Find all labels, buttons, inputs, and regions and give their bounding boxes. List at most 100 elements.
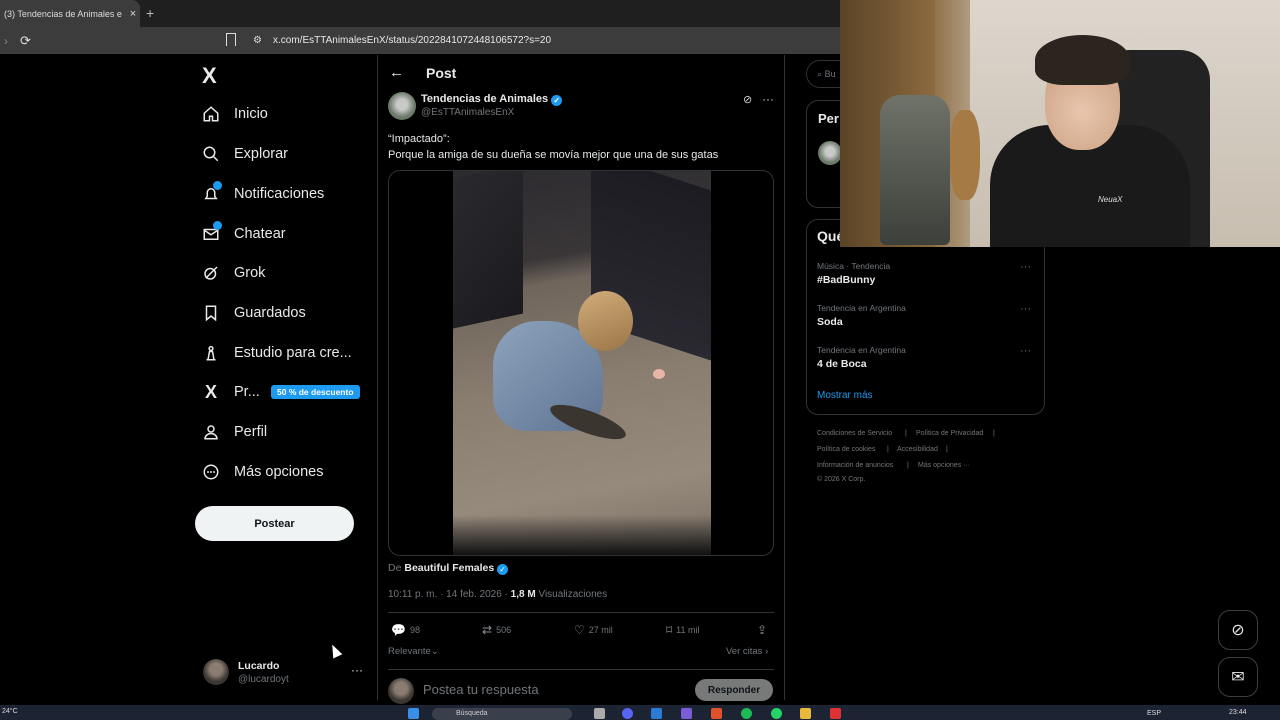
more-icon[interactable]: ··· (351, 663, 363, 677)
sidebar-item-label: Estudio para cre... (234, 345, 352, 361)
new-tab-button[interactable]: + (146, 5, 154, 21)
reply-submit-button[interactable]: Responder (695, 679, 773, 701)
sidebar-item-notificaciones[interactable]: Notificaciones (200, 179, 324, 209)
search-icon: ⌕ (817, 69, 823, 79)
sidebar-item-grok[interactable]: Grok (200, 258, 265, 288)
author-avatar[interactable] (388, 92, 416, 120)
sidebar-item-chatear[interactable]: Chatear (200, 219, 286, 249)
message-badge (213, 221, 222, 230)
bookmark-count: 11 mil (676, 625, 700, 635)
repost-button[interactable]: ⇄ 506 (482, 623, 511, 637)
account-switcher[interactable]: Lucardo @lucardoyt ··· (203, 657, 365, 689)
app-icon[interactable] (651, 708, 662, 719)
weather-widget[interactable]: 24°C (2, 708, 18, 715)
share-button[interactable]: ⇪ (757, 623, 767, 637)
webcam-guitar (950, 110, 980, 200)
app-icon[interactable] (830, 708, 841, 719)
share-icon: ⇪ (757, 623, 768, 637)
grok-floating-button[interactable]: ⊘ (1218, 610, 1258, 650)
trend-name[interactable]: #BadBunny (817, 274, 875, 286)
view-quotes-link[interactable]: Ver citas › (726, 646, 768, 657)
account-name: Lucardo (238, 660, 280, 672)
clock[interactable]: 23:44 (1229, 709, 1247, 716)
post-button[interactable]: Postear (195, 506, 354, 541)
sidebar-item-mas-opciones[interactable]: Más opciones (200, 457, 323, 487)
messages-floating-button[interactable]: ✉ (1218, 657, 1258, 697)
reply-input[interactable]: Postea tu respuesta (423, 682, 539, 697)
more-icon[interactable]: ··· (1020, 303, 1031, 315)
brave-icon[interactable] (711, 708, 722, 719)
bookmark-button[interactable]: ⌑ 11 mil (666, 623, 700, 637)
show-more-link[interactable]: Mostrar más (817, 390, 873, 401)
avatar (388, 678, 414, 704)
reply-icon: 💬 (391, 623, 406, 637)
studio-icon (200, 342, 222, 364)
post-time[interactable]: 10:11 p. m. · 14 feb. 2026 · (388, 589, 511, 600)
site-settings-icon[interactable]: ⚙ (253, 35, 262, 46)
video-scene-toy (653, 369, 665, 379)
author-name[interactable]: Tendencias de Animales ✓ (421, 93, 563, 106)
home-icon (200, 103, 222, 125)
sidebar-item-label: Explorar (234, 146, 288, 162)
folder-icon[interactable] (800, 708, 811, 719)
sidebar-item-label: Pr... (234, 384, 260, 400)
trend-name[interactable]: Soda (817, 316, 843, 328)
footer-link-cookies[interactable]: Política de cookies (817, 446, 875, 453)
footer-separator: | (946, 446, 948, 453)
language-indicator[interactable]: ESP (1147, 710, 1161, 717)
app-icon[interactable] (681, 708, 692, 719)
sidebar-item-label: Más opciones (234, 464, 324, 480)
trend-meta: Música · Tendencia (817, 261, 891, 271)
sidebar-item-perfil[interactable]: Perfil (200, 417, 267, 447)
browser-tab[interactable]: (3) Tendencias de Animales e × (0, 0, 140, 27)
sort-replies-dropdown[interactable]: Relevante⌄ (388, 646, 439, 657)
url-text[interactable]: x.com/EsTTAnimalesEnX/status/20228410724… (273, 35, 551, 46)
premium-discount-badge[interactable]: 50 % de descuento (271, 385, 360, 399)
sidebar-item-premium[interactable]: X Pr... (200, 377, 260, 407)
views-count: 1,8 M (510, 589, 536, 600)
bookmark-page-icon[interactable] (226, 33, 236, 46)
back-arrow-icon[interactable]: ← (389, 64, 404, 81)
windows-start-icon[interactable] (408, 708, 419, 719)
footer-link-ads[interactable]: Información de anuncios (817, 462, 893, 469)
more-icon[interactable]: ··· (1020, 261, 1031, 273)
task-view-icon[interactable] (594, 708, 605, 719)
reload-icon[interactable]: ⟳ (20, 33, 31, 49)
reply-button[interactable]: 💬 98 (391, 623, 420, 637)
source-name[interactable]: Beautiful Females (404, 562, 494, 574)
sidebar-item-explorar[interactable]: Explorar (200, 139, 288, 169)
discord-icon[interactable] (622, 708, 633, 719)
sidebar-item-label: Grok (234, 265, 266, 281)
more-icon[interactable]: ··· (1020, 345, 1031, 357)
author-handle[interactable]: @EsTTAnimalesEnX (421, 107, 514, 118)
forward-icon[interactable]: › (4, 34, 8, 48)
bookmark-icon: ⌑ (666, 623, 673, 637)
post-video[interactable] (388, 170, 774, 556)
windows-taskbar (0, 705, 1280, 720)
footer-link-privacy[interactable]: Política de Privacidad (916, 430, 983, 437)
person-icon (200, 421, 222, 443)
x-logo-icon[interactable]: X (202, 63, 217, 89)
footer-link-accessibility[interactable]: Accesibilidad (897, 446, 938, 453)
trend-meta: Tendencia en Argentina (817, 345, 906, 355)
grok-icon: ⊘ (1231, 622, 1245, 639)
sidebar-item-guardados[interactable]: Guardados (200, 298, 306, 328)
footer-separator: | (993, 430, 995, 437)
close-tab-icon[interactable]: × (126, 8, 140, 20)
spotify-icon[interactable] (741, 708, 752, 719)
more-icon[interactable]: ··· (762, 92, 774, 106)
author-name-text: Tendencias de Animales (421, 93, 549, 105)
trend-name[interactable]: 4 de Boca (817, 358, 867, 370)
footer-link-terms[interactable]: Condiciones de Servicio (817, 430, 892, 437)
taskbar-search[interactable]: Búsqueda (432, 708, 572, 720)
footer-link-more[interactable]: Más opciones ··· (918, 462, 970, 469)
video-frame (453, 171, 711, 555)
whatsapp-icon[interactable] (771, 708, 782, 719)
sidebar-item-estudio[interactable]: Estudio para cre... (200, 338, 352, 368)
verified-icon: ✓ (497, 564, 509, 575)
post-text-line: Porque la amiga de su dueña se movía mej… (388, 149, 719, 161)
sidebar-item-label: Notificaciones (234, 186, 325, 202)
like-button[interactable]: ♡ 27 mil (574, 623, 613, 637)
grok-explain-icon[interactable]: ⊘ (743, 93, 752, 106)
sidebar-item-inicio[interactable]: Inicio (200, 99, 268, 129)
